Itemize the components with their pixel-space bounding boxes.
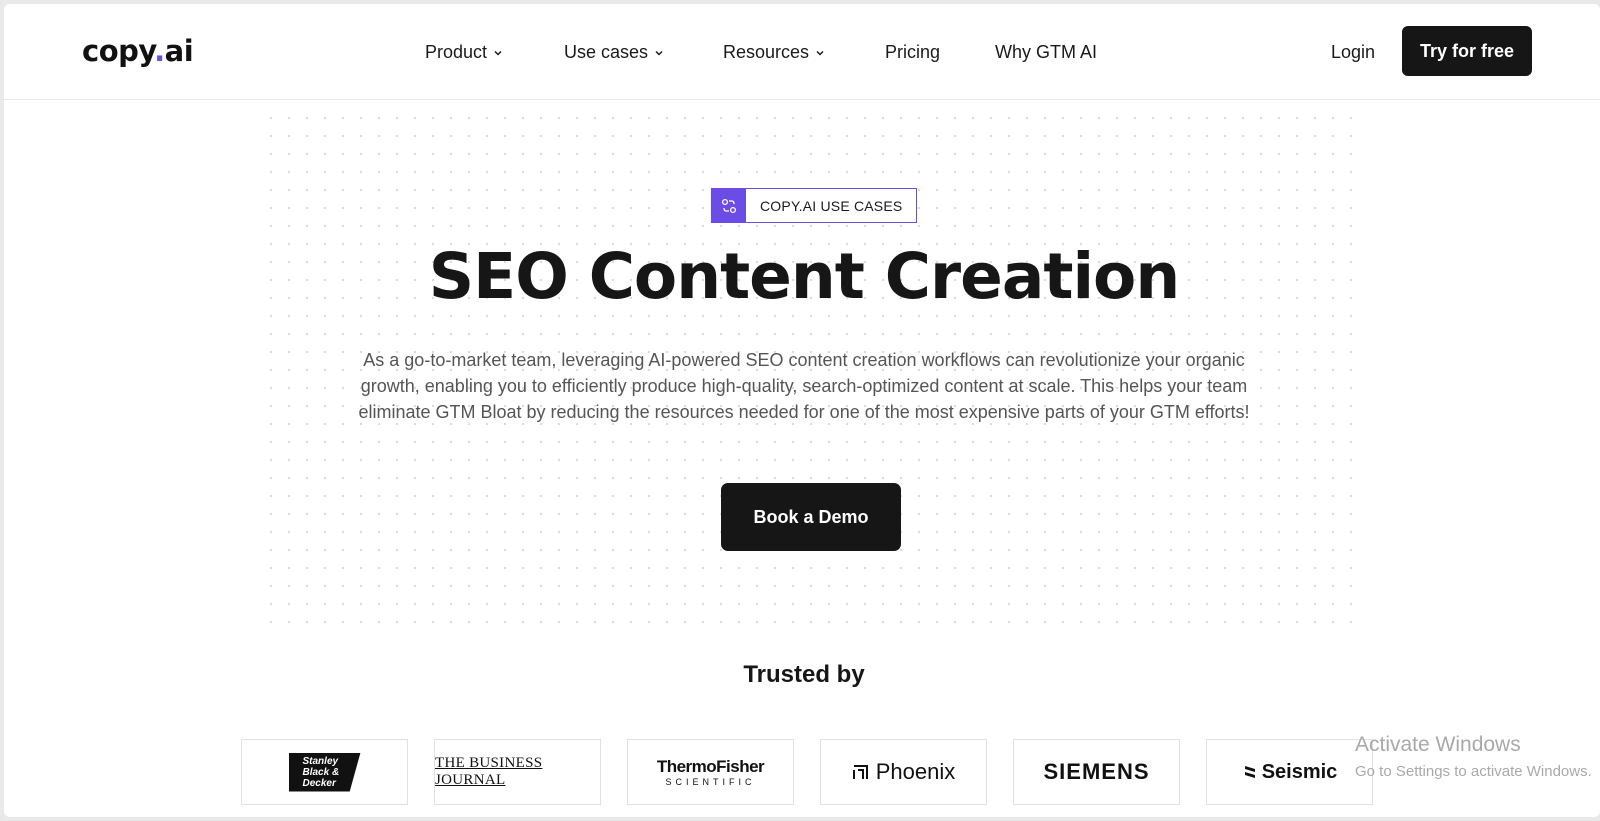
stanley-black-decker-mark: Stanley Black & Decker xyxy=(288,752,361,792)
nav-label: Resources xyxy=(723,42,810,62)
logo-text: SCIENTIFIC xyxy=(665,777,756,787)
chevron-down-icon xyxy=(494,50,502,56)
site-header: copy.ai Product Use cases Resources Pric… xyxy=(4,4,1600,100)
nav-label: Pricing xyxy=(885,42,941,62)
activate-windows-watermark: Activate Windows xyxy=(1355,733,1521,756)
seismic-wordmark: Seismic xyxy=(1242,760,1338,784)
page-frame: copy.ai Product Use cases Resources Pric… xyxy=(4,4,1600,817)
description-line: As a go-to-market team, leveraging AI-po… xyxy=(363,350,1245,370)
siemens-wordmark: SIEMENS xyxy=(1043,759,1150,784)
copy-ai-logo[interactable]: copy.ai xyxy=(82,34,194,68)
logo-text: Stanley xyxy=(302,755,339,767)
logo-text: ThermoFisher xyxy=(656,757,765,776)
nav-item-use-cases[interactable]: Use cases xyxy=(564,42,664,63)
phoenix-mark-icon xyxy=(852,765,868,779)
logo-business-journal: THE BUSINESS JOURNAL xyxy=(434,739,601,805)
logo-suffix: ai xyxy=(164,34,194,68)
logo-text: Decker xyxy=(302,777,336,789)
logo-dot: . xyxy=(154,34,165,68)
logo-seismic: Seismic xyxy=(1206,739,1373,805)
chevron-down-icon xyxy=(816,50,824,56)
phoenix-wordmark: Phoenix xyxy=(852,759,956,785)
nav-item-pricing[interactable]: Pricing xyxy=(885,42,940,63)
logo-siemens: SIEMENS xyxy=(1013,739,1180,805)
use-cases-badge: COPY.AI USE CASES xyxy=(711,188,918,223)
nav-item-why-gtm-ai[interactable]: Why GTM AI xyxy=(995,42,1097,63)
logo-text: Seismic xyxy=(1261,760,1338,783)
logo-phoenix: Phoenix xyxy=(820,739,987,805)
try-for-free-button[interactable]: Try for free xyxy=(1402,26,1532,76)
chevron-down-icon xyxy=(655,50,663,56)
nav-label: Product xyxy=(425,42,488,62)
trusted-by-heading: Trusted by xyxy=(743,661,865,688)
nav-label: Use cases xyxy=(564,42,649,62)
book-a-demo-button[interactable]: Book a Demo xyxy=(721,483,901,551)
workflow-icon xyxy=(712,189,746,222)
logo-stanley-black-decker: Stanley Black & Decker xyxy=(241,739,408,805)
thermo-fisher-wordmark: ThermoFisher SCIENTIFIC xyxy=(656,757,765,787)
hero-description: As a go-to-market team, leveraging AI-po… xyxy=(334,347,1274,425)
business-journal-wordmark: THE BUSINESS JOURNAL xyxy=(435,755,543,788)
login-link[interactable]: Login xyxy=(1331,42,1375,63)
nav-item-resources[interactable]: Resources xyxy=(723,42,825,63)
badge-label: COPY.AI USE CASES xyxy=(760,197,903,214)
logo-thermo-fisher: ThermoFisher SCIENTIFIC xyxy=(627,739,794,805)
nav-label: Why GTM AI xyxy=(995,42,1098,62)
nav-item-product[interactable]: Product xyxy=(425,42,503,63)
seismic-mark-icon xyxy=(1244,766,1255,778)
description-line: eliminate GTM Bloat by reducing the reso… xyxy=(358,402,1250,422)
description-line: growth, enabling you to efficiently prod… xyxy=(360,376,1248,396)
logo-text: Black & xyxy=(302,766,340,778)
logo-text: Phoenix xyxy=(875,759,956,784)
logo-prefix: copy xyxy=(82,34,155,68)
activate-windows-subtext: Go to Settings to activate Windows. xyxy=(1355,763,1592,780)
page-title: SEO Content Creation xyxy=(428,240,1180,313)
